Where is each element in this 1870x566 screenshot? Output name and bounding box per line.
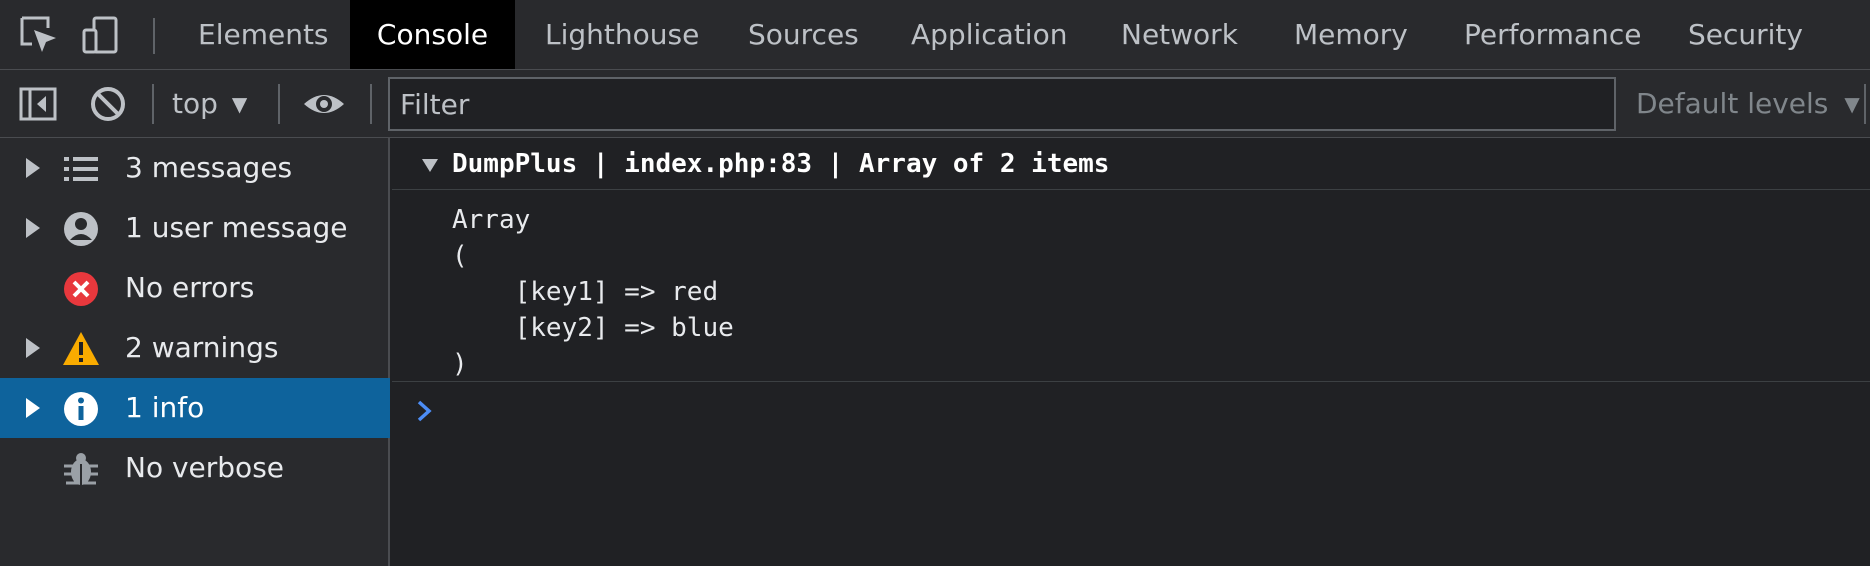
collapse-arrow-icon[interactable] (422, 159, 438, 172)
console-group-header[interactable]: DumpPlus | index.php:83 | Array of 2 ite… (392, 138, 1870, 190)
toolbar-divider (278, 84, 280, 124)
toolbar-divider (370, 84, 372, 124)
levels-label: Default levels (1636, 87, 1829, 120)
expand-arrow-icon[interactable] (26, 338, 40, 358)
console-prompt-chevron-icon[interactable] (414, 396, 438, 426)
tab-application[interactable]: Application (883, 0, 1095, 69)
inspect-element-icon[interactable] (18, 14, 60, 56)
sidebar-item-label: 1 user message (125, 211, 348, 244)
tab-lighthouse[interactable]: Lighthouse (517, 0, 727, 69)
expand-arrow-icon[interactable] (26, 158, 40, 178)
console-sidebar: 3 messages 1 user message No errors 2 wa… (0, 138, 390, 566)
device-toolbar-icon[interactable] (80, 14, 122, 56)
array-dump-text: Array ( [key1] => red [key2] => blue ) (452, 205, 734, 379)
sidebar-item-verbose[interactable]: No verbose (0, 438, 390, 498)
sidebar-item-label: 3 messages (125, 151, 293, 184)
tab-performance[interactable]: Performance (1436, 0, 1669, 69)
tab-bar-divider (153, 18, 155, 54)
console-group-title: DumpPlus | index.php:83 | Array of 2 ite… (452, 149, 1110, 179)
devtools-tab-bar: Elements Console Lighthouse Sources Appl… (0, 0, 1870, 70)
sidebar-item-label: No verbose (125, 451, 285, 484)
expand-arrow-icon[interactable] (26, 218, 40, 238)
sidebar-item-messages[interactable]: 3 messages (0, 138, 390, 198)
sidebar-item-errors[interactable]: No errors (0, 258, 390, 318)
tab-console[interactable]: Console (350, 0, 515, 69)
error-icon (62, 270, 100, 308)
console-message: Array ( [key1] => red [key2] => blue ) (392, 190, 1870, 382)
console-output: DumpPlus | index.php:83 | Array of 2 ite… (392, 138, 1870, 566)
filter-box (388, 77, 1616, 131)
clear-console-icon[interactable] (88, 84, 128, 124)
tab-elements[interactable]: Elements (170, 0, 357, 69)
live-expression-eye-icon[interactable] (302, 84, 344, 124)
toolbar-divider (1864, 84, 1866, 124)
tab-memory[interactable]: Memory (1266, 0, 1436, 69)
expand-arrow-icon[interactable] (26, 398, 40, 418)
show-sidebar-icon[interactable] (18, 84, 58, 124)
tab-sources[interactable]: Sources (720, 0, 887, 69)
tab-security[interactable]: Security (1660, 0, 1831, 69)
sidebar-item-warnings[interactable]: 2 warnings (0, 318, 390, 378)
sidebar-item-info[interactable]: 1 info (0, 378, 390, 438)
tab-network[interactable]: Network (1093, 0, 1266, 69)
javascript-context-select[interactable]: top ▼ (172, 78, 247, 130)
log-levels-dropdown[interactable]: Default levels ▼ (1636, 78, 1860, 130)
user-icon (62, 210, 100, 248)
list-icon (62, 150, 100, 188)
toolbar-divider (152, 84, 154, 124)
context-value: top (172, 87, 218, 120)
console-toolbar: top ▼ Default levels ▼ (0, 70, 1870, 138)
warning-icon (62, 330, 100, 368)
sidebar-item-label: 2 warnings (125, 331, 279, 364)
sidebar-item-user-messages[interactable]: 1 user message (0, 198, 390, 258)
filter-input[interactable] (390, 79, 1614, 129)
sidebar-item-label: No errors (125, 271, 255, 304)
caret-down-icon: ▼ (231, 92, 248, 116)
sidebar-item-label: 1 info (125, 391, 205, 424)
bug-icon (62, 450, 100, 488)
info-icon (62, 390, 100, 428)
caret-down-icon: ▼ (1844, 92, 1860, 116)
